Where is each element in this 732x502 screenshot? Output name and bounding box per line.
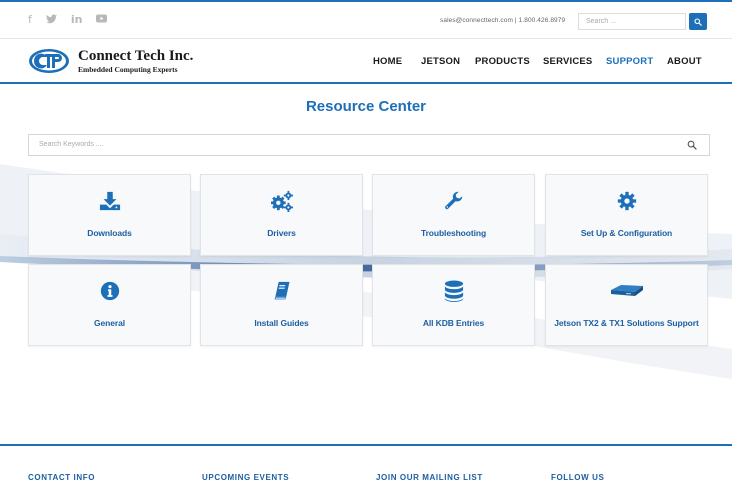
twitter-icon[interactable] [45,14,57,27]
card-troubleshooting[interactable]: Troubleshooting [372,174,535,256]
card-general[interactable]: General [28,264,191,346]
keyword-search-placeholder: Search Keywords .... [39,141,104,148]
logo-title: Connect Tech Inc. [78,48,194,64]
footer-heading-follow: FOLLOW US [551,473,605,482]
board-icon [610,285,643,296]
gear-icon [617,191,636,211]
nav-support[interactable]: SUPPORT [606,56,653,67]
card-label: Drivers [267,228,296,238]
card-label: Troubleshooting [420,228,487,238]
card-setup-configuration[interactable]: Set Up & Configuration [545,174,708,256]
nav-products[interactable]: PRODUCTS [475,56,530,67]
card-drivers[interactable]: Drivers [200,174,363,256]
logo-subtitle: Embedded Computing Experts [78,65,178,74]
top-bar: f in sales@connecttech.com | 1.800.426.8… [0,2,732,39]
card-label: All KDB Entries [422,318,485,328]
search-icon [694,17,702,26]
card-label: Set Up & Configuration [580,228,673,238]
contact-info: sales@connecttech.com | 1.800.426.8979 [440,17,566,24]
book-icon [274,281,289,300]
facebook-icon[interactable]: f [28,14,32,27]
card-label: Install Guides [254,318,309,328]
card-install-guides[interactable]: Install Guides [200,264,363,346]
database-icon [444,280,463,302]
footer-heading-events: UPCOMING EVENTS [202,473,290,482]
info-icon [100,281,119,301]
social-links: f in [28,14,108,27]
cogs-icon [270,190,293,212]
card-downloads[interactable]: Downloads [28,174,191,256]
download-icon [99,191,120,211]
footer-heading-mailing: JOIN OUR MAILING LIST [376,473,483,482]
nav-jetson[interactable]: JETSON [421,56,460,67]
site-search-input[interactable]: Search ... [578,13,686,30]
card-label: Jetson TX2 & TX1 Solutions Support [554,318,699,328]
youtube-icon[interactable] [96,14,108,27]
card-label: Downloads [87,228,132,238]
linkedin-icon[interactable]: in [71,14,83,27]
nav-about[interactable]: ABOUT [667,56,702,67]
card-all-kdb-entries[interactable]: All KDB Entries [372,264,535,346]
main-header: Connect Tech Inc. Embedded Computing Exp… [0,39,732,84]
footer-heading-contact: CONTACT INFO [28,473,96,482]
nav-home[interactable]: HOME [373,56,402,67]
wrench-icon [444,191,462,210]
site-search-button[interactable] [689,13,707,30]
keyword-search-input[interactable]: Search Keywords .... [28,134,710,156]
footer: CONTACT INFO UPCOMING EVENTS JOIN OUR MA… [0,446,732,502]
card-jetson-support[interactable]: Jetson TX2 & TX1 Solutions Support [545,264,708,346]
card-label: General [94,318,125,328]
logo-mark [29,49,69,73]
page-title: Resource Center [305,98,427,115]
search-icon[interactable] [687,140,697,150]
nav-services[interactable]: SERVICES [543,56,592,67]
